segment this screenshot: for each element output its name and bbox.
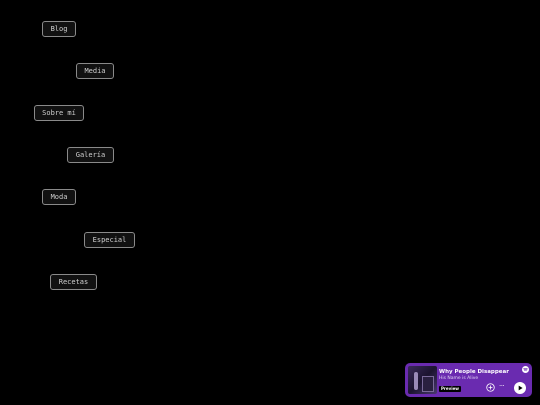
play-icon[interactable] xyxy=(514,382,526,394)
spotify-player-widget[interactable]: Why People Disappear His Name is Alive P… xyxy=(405,363,532,397)
nav-button-special[interactable]: Especial xyxy=(84,232,135,248)
spotify-logo-icon[interactable] xyxy=(522,366,529,373)
preview-badge: Preview xyxy=(439,386,462,392)
track-title[interactable]: Why People Disappear xyxy=(439,369,509,375)
nav-button-blog[interactable]: Blog xyxy=(42,21,76,37)
nav-button-about[interactable]: Sobre mí xyxy=(34,105,84,121)
nav-button-fashion[interactable]: Moda xyxy=(42,189,76,205)
artist-name[interactable]: His Name is Alive xyxy=(439,376,478,381)
nav-button-media[interactable]: Media xyxy=(76,63,114,79)
add-circle-icon[interactable] xyxy=(486,383,495,392)
cover-figure xyxy=(414,372,418,390)
more-icon[interactable]: ··· xyxy=(499,382,505,391)
nav-button-recipes[interactable]: Recetas xyxy=(50,274,97,290)
nav-button-gallery[interactable]: Galería xyxy=(67,147,114,163)
cover-panel xyxy=(422,376,434,392)
album-cover[interactable] xyxy=(408,366,437,394)
